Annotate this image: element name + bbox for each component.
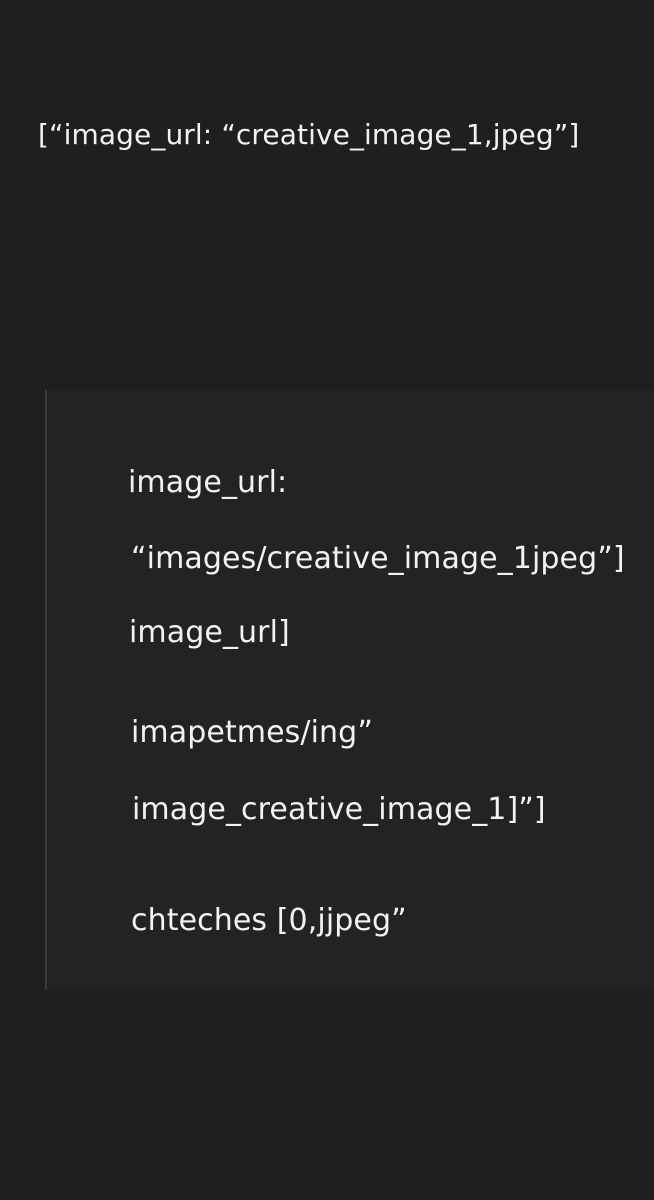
code-line-6: chteches [0,jjpeg” [131, 903, 407, 938]
code-line-5: image_creative_image_1]”] [132, 792, 546, 827]
code-line-4: imapetmes/ing” [131, 715, 373, 750]
top-code-line: [“image_url: “creative_image_1,jpeg”] [38, 118, 580, 151]
page: { "header": { "code_line": "[“image_url:… [0, 0, 654, 1200]
code-line-1: image_url: [128, 465, 288, 500]
code-panel: image_url: “images/creative_image_1jpeg”… [45, 390, 654, 990]
code-line-2: “images/creative_image_1jpeg”] [131, 541, 625, 576]
code-line-3: image_url] [129, 615, 290, 650]
